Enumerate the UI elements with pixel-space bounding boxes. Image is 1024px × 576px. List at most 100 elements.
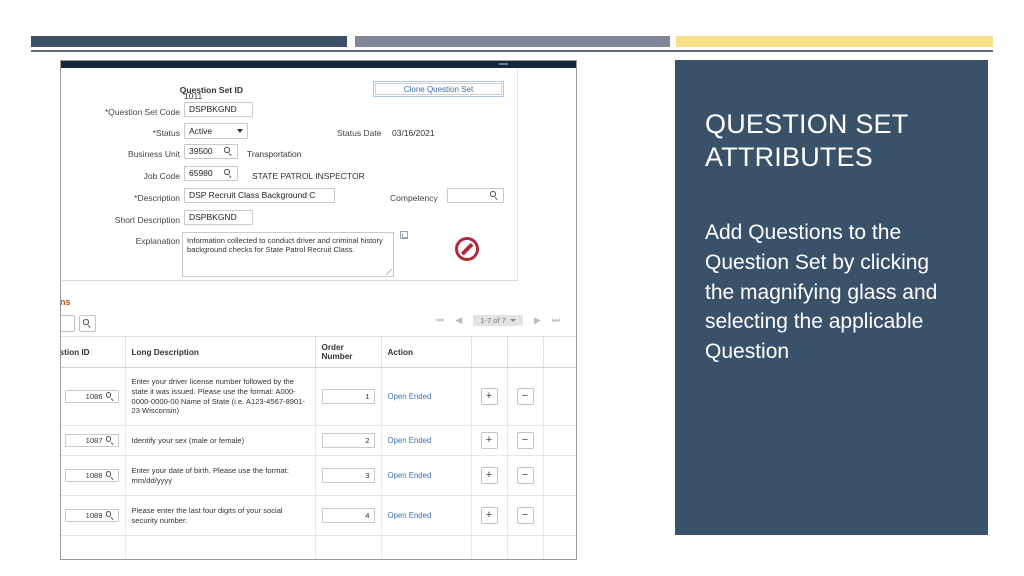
callout-panel: QUESTION SET ATTRIBUTES Add Questions to… — [675, 60, 988, 535]
question-long-description: Identify your sex (male or female) — [125, 425, 316, 456]
status-value: Active — [189, 126, 213, 136]
add-row-button[interactable]: + — [480, 432, 498, 449]
column-header-action: Action — [381, 337, 472, 368]
action-link[interactable]: Open Ended — [388, 436, 432, 445]
column-header-question-id: estion ID — [61, 337, 126, 368]
chevron-down-icon — [509, 319, 516, 322]
short-description-input[interactable]: DSPBKGND — [184, 210, 253, 225]
business-unit-description: Transportation — [247, 149, 302, 159]
business-unit-value: 39500 — [189, 146, 213, 156]
question-id-input[interactable]: 1088 — [64, 469, 119, 482]
job-code-description: STATE PATROL INSPECTOR — [252, 171, 365, 181]
column-header-spacer — [543, 337, 576, 368]
table-row: 1087 Identify your sex (male or female) … — [61, 425, 576, 456]
clone-question-set-label: Clone Question Set — [375, 83, 502, 95]
order-number-input[interactable]: 2 — [321, 433, 375, 448]
first-page-icon[interactable]: ⏮ — [436, 315, 444, 326]
title-bar-notch — [499, 63, 508, 65]
question-id-value: 1087 — [85, 436, 103, 445]
table-row: 1088 Enter your date of birth. Please us… — [61, 455, 576, 496]
top-band-gray — [355, 36, 670, 47]
question-long-description: Enter your date of birth. Please use the… — [125, 455, 316, 496]
question-id-input[interactable]: 1086 — [64, 390, 119, 403]
remove-row-button[interactable]: − — [516, 467, 534, 484]
page-count-dropdown[interactable]: 1-7 of 7 — [473, 315, 523, 326]
no-entry-cursor-icon — [455, 237, 479, 261]
label-explanation: Explanation — [135, 236, 180, 246]
short-description-value: DSPBKGND — [189, 212, 237, 222]
explanation-value: Information collected to conduct driver … — [187, 236, 383, 255]
order-number-input[interactable]: 3 — [321, 468, 375, 483]
question-long-description: Enter your driver license number followe… — [125, 367, 316, 426]
questions-table: estion ID Long Description Order Number … — [61, 337, 576, 559]
expand-textarea-icon[interactable] — [400, 231, 408, 239]
remove-row-button[interactable]: − — [516, 388, 534, 405]
competency-input[interactable] — [447, 188, 504, 203]
question-set-code-value: DSPBKGND — [189, 104, 237, 114]
row-spacer-cell — [543, 425, 576, 456]
label-description: *Description — [134, 193, 180, 203]
row-spacer-cell — [543, 367, 576, 426]
top-divider-line — [31, 50, 993, 52]
order-number-value: 4 — [365, 511, 370, 520]
last-page-icon[interactable]: ⏭ — [552, 315, 560, 326]
search-icon — [83, 319, 92, 328]
search-icon[interactable] — [490, 191, 499, 200]
label-status-date: Status Date — [337, 128, 382, 138]
search-icon[interactable] — [105, 511, 115, 520]
question-set-code-input[interactable]: DSPBKGND — [184, 102, 253, 117]
grid-find-button[interactable] — [79, 315, 96, 332]
table-row-partial — [61, 535, 576, 559]
question-id-value: 1089 — [85, 511, 103, 520]
label-question-set-code: *Question Set Code — [104, 107, 180, 117]
action-link[interactable]: Open Ended — [388, 511, 432, 520]
remove-row-button[interactable]: − — [516, 432, 534, 449]
value-question-set-id: 1011 — [184, 91, 203, 101]
column-header-order-number: Order Number — [315, 337, 382, 368]
action-link[interactable]: Open Ended — [388, 392, 432, 401]
questions-toolbar: ⏮ ◀ 1-7 of 7 ▶ ⏭ — [61, 310, 576, 337]
explanation-textarea[interactable]: Information collected to conduct driver … — [182, 232, 394, 277]
previous-page-icon[interactable]: ◀ — [455, 315, 462, 326]
add-row-button[interactable]: + — [480, 388, 498, 405]
status-select[interactable]: Active — [184, 123, 248, 139]
clone-question-set-button[interactable]: Clone Question Set — [373, 81, 504, 97]
top-band-gold — [676, 36, 993, 47]
next-page-icon[interactable]: ▶ — [534, 315, 541, 326]
label-business-unit: Business Unit — [128, 149, 180, 159]
search-icon[interactable] — [224, 147, 233, 156]
job-code-input[interactable]: 65980 — [184, 166, 238, 181]
search-icon[interactable] — [224, 169, 233, 178]
action-link[interactable]: Open Ended — [388, 471, 432, 480]
resize-grip-icon[interactable] — [386, 269, 392, 275]
question-id-input[interactable]: 1087 — [64, 434, 119, 447]
search-icon[interactable] — [105, 392, 115, 401]
question-id-input[interactable]: 1089 — [64, 509, 119, 522]
question-set-form: Clone Question Set Question Set ID 1011 … — [62, 69, 518, 281]
row-spacer-cell — [543, 495, 576, 536]
question-long-description: Please enter the last four digits of you… — [125, 495, 316, 536]
search-icon[interactable] — [105, 436, 115, 445]
description-value: DSP Recruit Class Background C — [189, 190, 316, 200]
screenshot-panel: Clone Question Set Question Set ID 1011 … — [60, 60, 577, 560]
remove-row-button[interactable]: − — [516, 507, 534, 524]
chevron-down-icon — [237, 129, 243, 133]
row-spacer-cell — [543, 455, 576, 496]
label-status: *Status — [152, 128, 180, 138]
search-icon[interactable] — [105, 471, 115, 480]
table-row: 1089 Please enter the last four digits o… — [61, 495, 576, 536]
add-row-button[interactable]: + — [480, 507, 498, 524]
label-competency: Competency — [390, 193, 438, 203]
table-row: 1086 Enter your driver license number fo… — [61, 367, 576, 426]
callout-body: Add Questions to the Question Set by cli… — [705, 220, 938, 364]
order-number-input[interactable]: 1 — [321, 389, 375, 404]
questions-section-title: tions — [60, 297, 71, 307]
table-header-row: estion ID Long Description Order Number … — [61, 337, 576, 368]
grid-personalize-button[interactable] — [61, 315, 75, 332]
business-unit-input[interactable]: 39500 — [184, 144, 238, 159]
column-header-long-description: Long Description — [125, 337, 316, 368]
label-job-code: Job Code — [143, 171, 180, 181]
add-row-button[interactable]: + — [480, 467, 498, 484]
order-number-input[interactable]: 4 — [321, 508, 375, 523]
description-input[interactable]: DSP Recruit Class Background C — [184, 188, 335, 203]
